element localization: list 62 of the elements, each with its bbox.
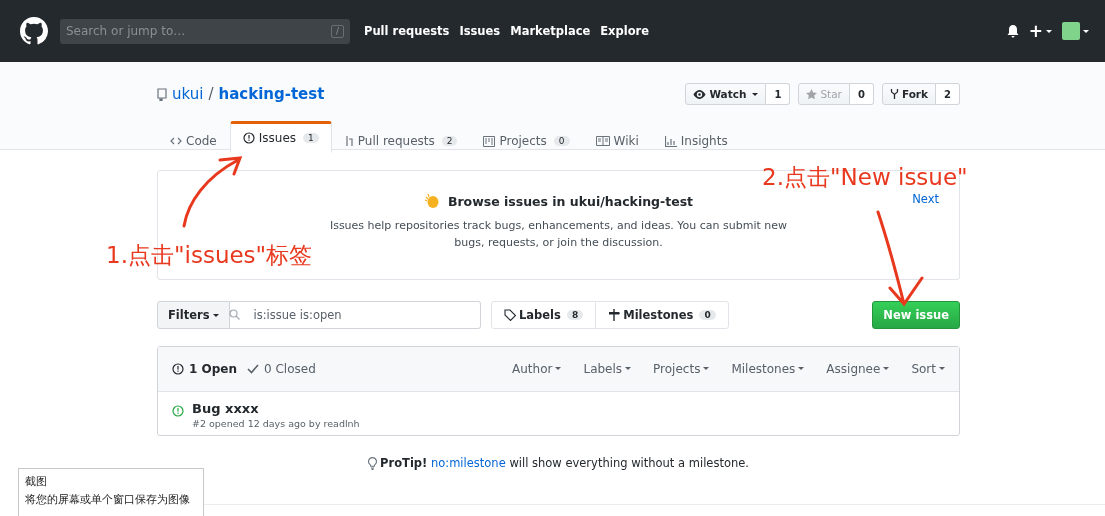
book-icon xyxy=(595,136,610,146)
eye-icon xyxy=(693,89,707,99)
avatar-menu[interactable] xyxy=(1062,22,1089,40)
filters-dropdown[interactable]: Filters xyxy=(157,301,230,329)
protip-text: ProTip! no:milestone will show everything without a milestone. xyxy=(380,456,749,470)
bell-icon[interactable] xyxy=(1006,24,1019,38)
open-issue-icon xyxy=(172,405,184,417)
nav-link[interactable]: Pull requests xyxy=(364,24,450,38)
github-logo-icon[interactable] xyxy=(20,17,48,45)
pull-request-icon xyxy=(344,135,354,147)
labels-link[interactable]: Labels 8 xyxy=(492,302,596,328)
annotation-text: 2.点击"New issue" xyxy=(762,163,968,192)
repo-icon xyxy=(157,87,167,101)
repo-tab[interactable]: Code xyxy=(157,126,230,154)
tooltip-title: 截图 xyxy=(25,474,48,489)
filter-dropdown[interactable]: Assignee xyxy=(826,362,890,376)
lightbulb-icon xyxy=(368,456,378,470)
filter-dropdown[interactable]: Sort xyxy=(911,362,945,376)
issue-title-link[interactable]: Bug xxxx xyxy=(192,401,360,416)
count-badge[interactable]: 1 xyxy=(766,83,791,105)
repo-tab[interactable]: Projects 0 xyxy=(470,126,583,154)
nav-link[interactable]: Issues xyxy=(459,24,501,38)
watch-button[interactable]: Watch xyxy=(685,83,767,105)
search-icon xyxy=(229,309,240,320)
annotation-text: 1.点击"issues"标签 xyxy=(106,241,313,270)
filter-dropdown[interactable]: Author xyxy=(512,362,562,376)
repo-tab[interactable]: Issues 1 xyxy=(229,121,332,153)
fork-icon xyxy=(889,88,899,100)
milestones-link[interactable]: Milestones 0 xyxy=(595,302,728,328)
graph-icon xyxy=(664,135,677,147)
star-icon xyxy=(806,88,818,100)
code-icon xyxy=(170,137,182,145)
tag-icon xyxy=(504,309,516,321)
repo-owner-link[interactable]: ukui xyxy=(172,85,204,103)
milestone-query-link[interactable]: no:milestone xyxy=(430,456,506,470)
next-link[interactable]: Next xyxy=(912,192,939,206)
repo-tab[interactable]: Pull requests 2 xyxy=(331,126,471,154)
fork-button[interactable]: Fork xyxy=(881,83,937,105)
path-separator: / xyxy=(208,85,214,103)
issue-icon xyxy=(242,132,255,144)
check-icon xyxy=(247,364,259,374)
issue-icon xyxy=(172,363,184,375)
welcome-title: Browse issues in ukui/hacking-test xyxy=(447,193,694,209)
filter-dropdown[interactable]: Milestones xyxy=(731,362,805,376)
create-menu[interactable]: + xyxy=(1028,21,1052,41)
project-board-icon xyxy=(483,135,496,147)
nav-link[interactable]: Explore xyxy=(600,24,650,38)
issue-meta: #2 opened 12 days ago by readlnh xyxy=(192,418,360,429)
tooltip-description: 将您的屏幕或单个窗口保存为图像 xyxy=(25,492,191,507)
issue-search-field[interactable]: is:issue is:open xyxy=(229,301,481,329)
signpost-icon xyxy=(608,309,621,321)
shortcut-key: / xyxy=(330,24,344,38)
count-badge[interactable]: 2 xyxy=(936,83,960,105)
repo-name-link[interactable]: hacking-test xyxy=(218,85,325,103)
filter-dropdown[interactable]: Labels xyxy=(583,362,632,376)
state-filter-link[interactable]: 1 Open xyxy=(172,362,237,376)
welcome-description: Issues help repositories track bugs, enhancements, and ideas. You can submit new bugs, requests, or join the discussion. xyxy=(328,218,789,251)
nav-link[interactable]: Marketplace xyxy=(510,24,591,38)
repo-tab[interactable]: Insights xyxy=(651,126,741,154)
filter-dropdown[interactable]: Projects xyxy=(653,362,710,376)
state-filter-link[interactable]: 0 Closed xyxy=(247,362,316,376)
repo-tab[interactable]: Wiki xyxy=(582,126,652,154)
